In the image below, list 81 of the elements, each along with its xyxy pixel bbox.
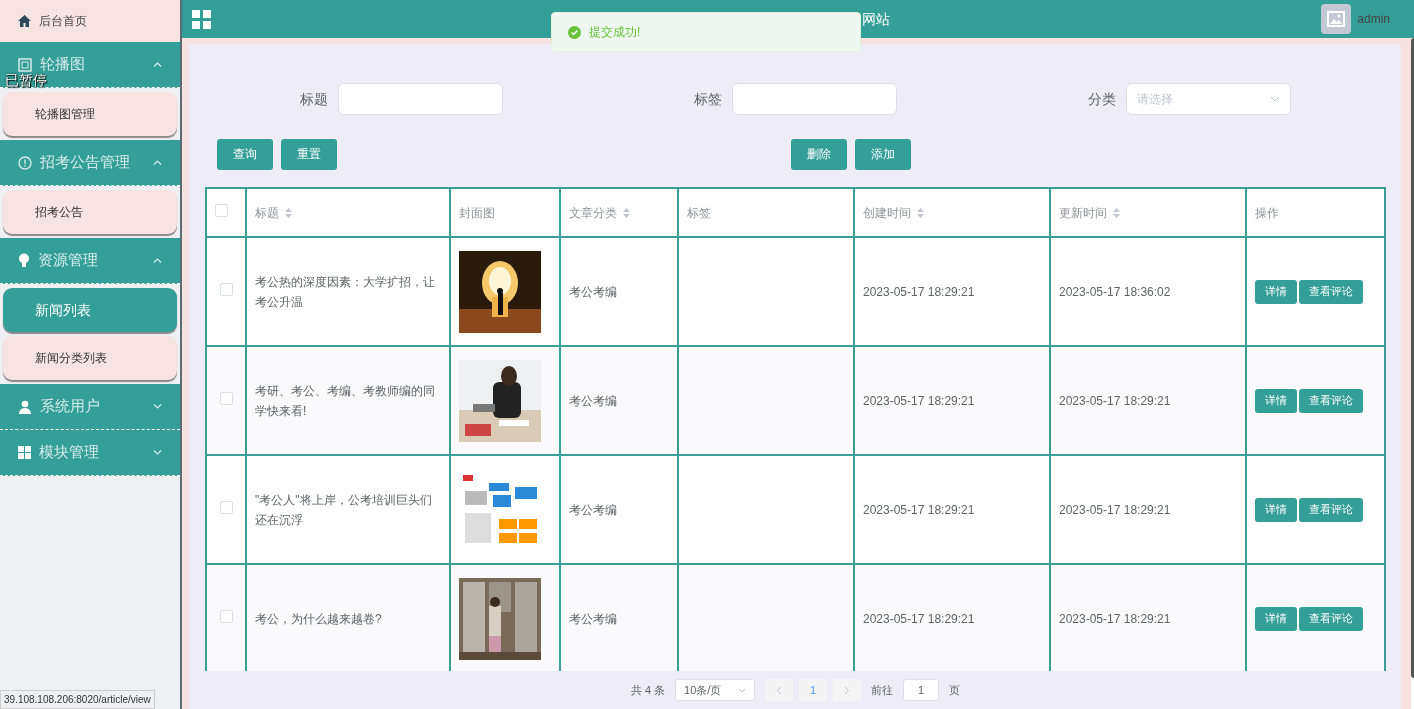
column-header[interactable]: 更新时间 bbox=[1059, 205, 1107, 220]
sort-icon[interactable] bbox=[917, 208, 924, 219]
menu-item[interactable]: 轮播图管理 bbox=[3, 92, 177, 136]
category-select[interactable]: 请选择 bbox=[1125, 83, 1291, 115]
menu-item[interactable]: 新闻列表 bbox=[3, 288, 177, 332]
input-field[interactable] bbox=[338, 83, 504, 115]
row-checkbox[interactable] bbox=[219, 282, 233, 296]
table-cell: 考研、考公、考编、考教师编的同学快来看! bbox=[246, 346, 450, 455]
filter-label: 分类 bbox=[1087, 89, 1116, 109]
filter-label: 标题 bbox=[300, 89, 329, 109]
user-name[interactable]: admin bbox=[1357, 10, 1390, 28]
filter-label: 标签 bbox=[694, 89, 722, 109]
paused-label: 已暂停 bbox=[5, 73, 47, 88]
table-cell: 2023-05-17 18:29:21 bbox=[1050, 564, 1246, 671]
site-title: 网站 bbox=[862, 9, 890, 29]
column-header[interactable]: 标题 bbox=[255, 205, 279, 220]
caret-icon bbox=[153, 62, 162, 67]
lightbulb-icon bbox=[18, 253, 30, 268]
row-checkbox[interactable] bbox=[219, 609, 233, 623]
column-header: 封面图 bbox=[459, 205, 495, 220]
row-checkbox[interactable] bbox=[219, 391, 233, 405]
home-icon bbox=[18, 15, 31, 27]
info-icon bbox=[18, 155, 32, 170]
avatar-icon[interactable] bbox=[1321, 4, 1352, 34]
table-cell: 考公，为什么越来越卷? bbox=[246, 564, 450, 671]
grid-icon bbox=[18, 446, 31, 459]
row-checkbox[interactable] bbox=[219, 500, 233, 514]
total-count: 共 4 条 bbox=[630, 682, 666, 698]
menu-item[interactable]: 招考公告 bbox=[3, 190, 177, 234]
table-cell: 2023-05-17 18:29:21 bbox=[854, 564, 1050, 671]
chevron-left-icon bbox=[776, 685, 783, 695]
user-icon bbox=[18, 399, 32, 414]
menu-item[interactable]: 新闻分类列表 bbox=[3, 336, 177, 380]
goto-page-field[interactable]: 1 bbox=[903, 679, 940, 701]
menu-group[interactable]: 模块管理 bbox=[0, 430, 180, 476]
status-url: 39.108.108.206:8020/article/view bbox=[0, 690, 155, 709]
caret-icon bbox=[153, 160, 162, 165]
input-field[interactable] bbox=[732, 83, 897, 115]
table-cell: 考公考编 bbox=[560, 346, 678, 455]
row-action-button[interactable]: 详情 bbox=[1255, 606, 1297, 631]
table-cell: 2023-05-17 18:29:21 bbox=[1050, 346, 1246, 455]
row-action-button[interactable]: 查看评论 bbox=[1299, 497, 1363, 522]
sort-icon[interactable] bbox=[1113, 208, 1120, 219]
goto-label: 前往 bbox=[871, 682, 894, 698]
goto-suffix: 页 bbox=[949, 682, 961, 698]
column-header: 标签 bbox=[687, 205, 711, 220]
toolbar-button[interactable]: 重置 bbox=[281, 138, 337, 170]
home-menu-item[interactable]: 后台首页 bbox=[0, 0, 180, 42]
page-size-select[interactable]: 10条/页 bbox=[675, 679, 756, 701]
table-cell: 考公考编 bbox=[560, 564, 678, 671]
row-action-button[interactable]: 查看评论 bbox=[1299, 388, 1363, 413]
grid-icon[interactable] bbox=[192, 9, 211, 29]
toolbar-button[interactable]: 查询 bbox=[217, 138, 273, 170]
row-action-button[interactable]: 查看评论 bbox=[1299, 279, 1363, 304]
menu-group[interactable]: 系统用户 bbox=[0, 384, 180, 430]
caret-icon bbox=[153, 404, 162, 409]
row-action-button[interactable]: 查看评论 bbox=[1299, 606, 1363, 631]
sort-icon[interactable] bbox=[285, 208, 292, 219]
chevron-right-icon bbox=[844, 685, 851, 695]
row-action-button[interactable]: 详情 bbox=[1255, 497, 1297, 522]
check-circle-icon bbox=[568, 25, 581, 39]
sort-icon[interactable] bbox=[623, 208, 630, 219]
menu-group[interactable]: 资源管理 bbox=[0, 238, 180, 284]
row-action-button[interactable]: 详情 bbox=[1255, 388, 1297, 413]
menu-group[interactable]: 招考公告管理 bbox=[0, 140, 180, 186]
chevron-down-icon bbox=[738, 687, 747, 693]
column-header[interactable]: 文章分类 bbox=[569, 205, 617, 220]
column-header: 操作 bbox=[1255, 205, 1279, 220]
toolbar-button[interactable]: 删除 bbox=[791, 138, 847, 170]
caret-icon bbox=[153, 450, 162, 455]
column-header[interactable]: 创建时间 bbox=[863, 205, 911, 220]
toolbar-button[interactable]: 添加 bbox=[855, 138, 911, 170]
page-button[interactable]: 1 bbox=[799, 679, 828, 701]
success-toast: 提交成功! bbox=[551, 12, 861, 52]
row-action-button[interactable]: 详情 bbox=[1255, 279, 1297, 304]
prev-page-button[interactable] bbox=[765, 679, 794, 701]
select-all-checkbox[interactable] bbox=[215, 203, 228, 217]
chevron-down-icon bbox=[1269, 96, 1280, 102]
caret-icon bbox=[153, 258, 162, 263]
table-cell: 2023-05-17 18:29:21 bbox=[854, 346, 1050, 455]
next-page-button[interactable] bbox=[833, 679, 862, 701]
